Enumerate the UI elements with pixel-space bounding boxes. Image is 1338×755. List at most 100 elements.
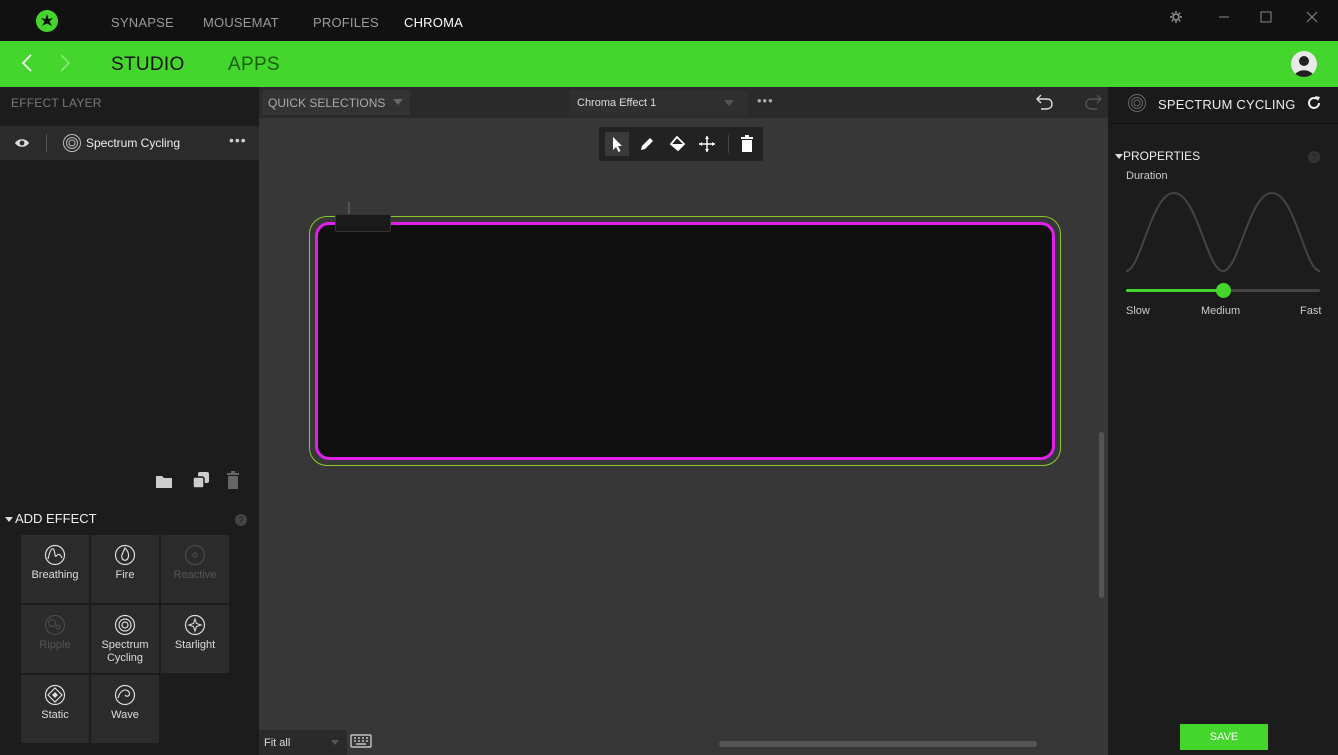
save-button[interactable]: SAVE <box>1180 724 1268 750</box>
sub-navigation-bar: STUDIO APPS <box>0 41 1338 87</box>
effect-label: Ripple <box>39 639 71 651</box>
visibility-eye-icon[interactable] <box>14 136 30 150</box>
breathing-icon <box>44 544 66 566</box>
slider-mid-label: Medium <box>1201 305 1241 317</box>
duplicate-icon[interactable] <box>192 471 212 491</box>
chevron-down-icon <box>393 99 403 105</box>
slider-fill <box>1126 289 1223 292</box>
mousemat-cable <box>348 202 350 214</box>
ripple-icon <box>44 614 66 636</box>
keyboard-icon[interactable] <box>350 733 372 751</box>
slider-thumb[interactable] <box>1216 283 1231 298</box>
trash-icon[interactable] <box>226 471 246 491</box>
nav-tab-synapse[interactable]: SYNAPSE <box>111 15 174 30</box>
effect-label: Starlight <box>174 639 216 651</box>
back-arrow-icon[interactable] <box>20 51 34 80</box>
layer-row[interactable]: Spectrum Cycling ••• <box>0 126 259 160</box>
effect-layer-header: EFFECT LAYER <box>0 87 259 122</box>
quick-selections-label: QUICK SELECTIONS <box>268 96 386 110</box>
properties-panel: SPECTRUM CYCLING PROPERTIES ? Duration S… <box>1108 87 1338 755</box>
effect-label: Fire <box>115 569 135 581</box>
effect-label: Wave <box>111 709 139 721</box>
undo-icon[interactable] <box>1034 91 1056 113</box>
pencil-icon[interactable] <box>635 132 659 156</box>
effect-tile-fire[interactable]: Fire <box>91 535 159 603</box>
reset-icon[interactable] <box>1304 93 1324 113</box>
tab-apps[interactable]: APPS <box>228 54 280 76</box>
zoom-dropdown[interactable]: Fit all <box>259 730 347 755</box>
chevron-down-icon <box>724 100 734 106</box>
move-icon[interactable] <box>695 132 719 156</box>
effect-tile-reactive: Reactive <box>161 535 229 603</box>
effect-more-options-icon[interactable]: ••• <box>757 93 774 108</box>
properties-header: SPECTRUM CYCLING <box>1108 87 1338 123</box>
caret-down-icon <box>1115 154 1123 159</box>
slider-min-label: Slow <box>1126 305 1150 317</box>
divider <box>46 134 47 152</box>
effect-tile-breathing[interactable]: Breathing <box>21 535 89 603</box>
starlight-icon <box>184 614 206 636</box>
help-icon[interactable]: ? <box>1308 151 1320 163</box>
minimize-icon[interactable] <box>1214 10 1234 30</box>
chevron-down-icon <box>331 740 339 745</box>
divider <box>1108 123 1338 124</box>
close-icon[interactable] <box>1302 10 1322 30</box>
spectrum-cycling-icon <box>62 133 82 153</box>
tab-studio[interactable]: STUDIO <box>111 54 185 76</box>
effect-tile-spectrum-cycling[interactable]: Spectrum Cycling <box>91 605 159 673</box>
vertical-scrollbar[interactable] <box>1099 432 1104 598</box>
layer-label: Spectrum Cycling <box>86 136 181 150</box>
effect-name-dropdown[interactable]: Chroma Effect 1 <box>570 90 748 115</box>
add-effect-title: ADD EFFECT <box>15 511 97 526</box>
zoom-label: Fit all <box>264 737 291 749</box>
divider <box>728 135 729 153</box>
forward-arrow-icon[interactable] <box>58 51 72 80</box>
mousemat-preview[interactable] <box>315 222 1055 460</box>
effect-label: Spectrum Cycling <box>101 639 149 664</box>
select-cursor-icon[interactable] <box>605 132 629 156</box>
duration-slider[interactable] <box>1126 283 1320 298</box>
help-icon[interactable]: ? <box>235 514 247 526</box>
redo-icon[interactable] <box>1082 91 1104 113</box>
effect-tile-starlight[interactable]: Starlight <box>161 605 229 673</box>
effect-layer-panel: EFFECT LAYER Spectrum Cycling ••• ADD EF… <box>0 87 259 755</box>
canvas-toolbar: QUICK SELECTIONS Chroma Effect 1 ••• <box>259 87 1108 118</box>
canvas-area: QUICK SELECTIONS Chroma Effect 1 ••• Fit… <box>259 87 1108 755</box>
folder-icon[interactable] <box>155 473 175 493</box>
mousemat-hub <box>335 214 391 232</box>
quick-selections-dropdown[interactable]: QUICK SELECTIONS <box>262 90 410 115</box>
nav-tab-chroma[interactable]: CHROMA <box>404 15 463 30</box>
reactive-icon <box>184 544 206 566</box>
slider-max-label: Fast <box>1300 305 1322 317</box>
effect-label: Breathing <box>31 569 79 581</box>
effect-label: Reactive <box>173 569 217 581</box>
spectrum-cycling-icon <box>114 614 136 636</box>
razer-logo-icon <box>36 10 58 32</box>
caret-down-icon <box>5 517 13 522</box>
properties-title: PROPERTIES <box>1123 149 1201 163</box>
effect-label: Static <box>41 709 69 721</box>
trash-icon[interactable] <box>735 132 759 156</box>
fire-icon <box>114 544 136 566</box>
effect-title: SPECTRUM CYCLING <box>1158 97 1296 112</box>
canvas-tools-bar <box>599 127 763 161</box>
fill-bucket-icon[interactable] <box>665 132 689 156</box>
static-icon <box>44 684 66 706</box>
effect-tile-static[interactable]: Static <box>21 675 89 743</box>
user-avatar-icon[interactable] <box>1291 51 1317 77</box>
duration-label: Duration <box>1126 170 1168 182</box>
spectrum-cycling-icon <box>1127 93 1147 113</box>
effect-tile-wave[interactable]: Wave <box>91 675 159 743</box>
maximize-icon[interactable] <box>1256 10 1276 30</box>
horizontal-scrollbar[interactable] <box>719 741 1037 747</box>
settings-gear-icon[interactable] <box>1166 10 1186 30</box>
nav-tab-mousemat[interactable]: MOUSEMAT <box>203 15 279 30</box>
layer-more-options-icon[interactable]: ••• <box>229 132 247 148</box>
title-bar: SYNAPSE MOUSEMAT PROFILES CHROMA <box>0 0 1338 41</box>
nav-tab-profiles[interactable]: PROFILES <box>313 15 379 30</box>
effect-name-label: Chroma Effect 1 <box>577 97 657 109</box>
duration-waveform <box>1126 191 1320 273</box>
add-effect-header[interactable]: ADD EFFECT ? <box>0 504 259 534</box>
wave-icon <box>114 684 136 706</box>
effect-tile-ripple: Ripple <box>21 605 89 673</box>
